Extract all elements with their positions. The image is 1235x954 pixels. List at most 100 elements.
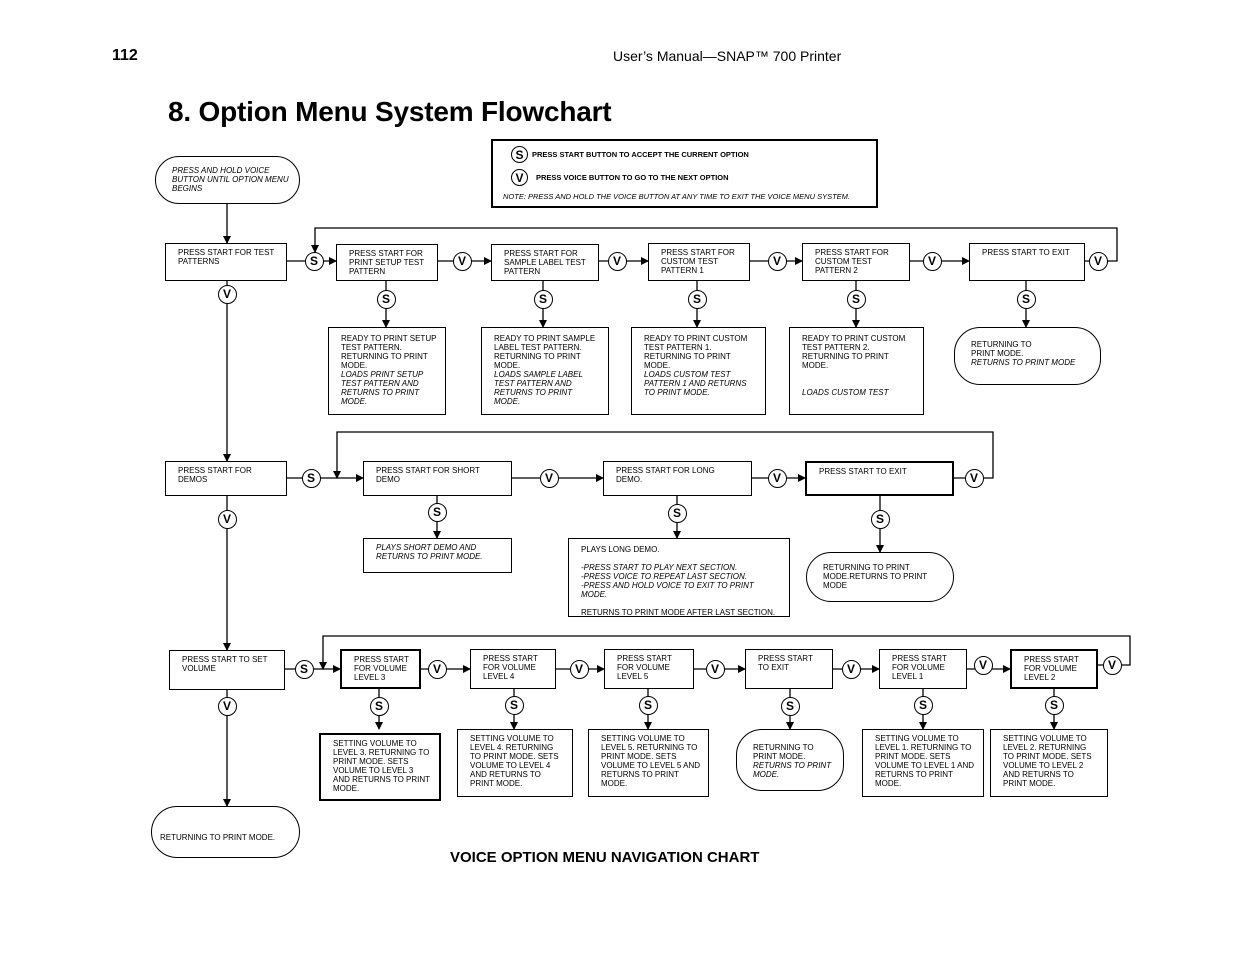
voice-button-node-icon: V <box>964 468 984 488</box>
option-label: PRESS START FOR VOLUME LEVEL 1 <box>892 654 947 681</box>
demos-menu: PRESS START FOR DEMOS <box>165 461 287 496</box>
entry-text: PRESS AND HOLD VOICE BUTTON UNTIL OPTION… <box>172 166 289 193</box>
test-option-sample-label: PRESS START FOR SAMPLE LABEL TEST PATTER… <box>491 244 599 281</box>
voice-button-node-icon: V <box>539 468 559 488</box>
start-button-node-icon: S <box>376 289 396 309</box>
start-button-node-icon: S <box>913 695 933 715</box>
demo-option-short: PRESS START FOR SHORT DEMO <box>363 461 512 496</box>
start-button-node-icon: S <box>301 468 321 488</box>
result-text: SETTING VOLUME TO LEVEL 1. RETURNING TO … <box>875 734 975 788</box>
start-button-node-icon: S <box>1044 695 1064 715</box>
voice-button-node-icon: V <box>427 659 447 679</box>
test-result-print-setup: READY TO PRINT SETUP TEST PATTERN. RETUR… <box>328 327 446 415</box>
voice-button-node-icon: V <box>217 696 237 716</box>
final-text: RETURNING TO PRINT MODE. <box>160 833 276 842</box>
volume-menu-label: PRESS START TO SET VOLUME <box>182 655 268 673</box>
option-label: PRESS START FOR VOLUME LEVEL 4 <box>483 654 538 681</box>
voice-symbol-icon: V <box>511 169 528 186</box>
result-text: PLAYS LONG DEMO. <box>581 545 660 554</box>
voice-button-node-icon: V <box>922 251 942 271</box>
test-option-exit: PRESS START TO EXIT <box>969 243 1085 281</box>
volume-result-level-4: SETTING VOLUME TO LEVEL 4. RETURNING TO … <box>457 729 573 797</box>
legend-box: S PRESS START BUTTON TO ACCEPT THE CURRE… <box>491 139 878 208</box>
result-step: -PRESS AND HOLD VOICE TO EXIT TO PRINT M… <box>581 581 754 599</box>
result-italic: PLAYS SHORT DEMO AND RETURNS TO PRINT MO… <box>376 543 483 561</box>
start-button-node-icon: S <box>294 659 314 679</box>
start-button-node-icon: S <box>667 503 687 523</box>
test-result-custom-1: READY TO PRINT CUSTOM TEST PATTERN 1. RE… <box>631 327 766 415</box>
result-italic: LOADS CUSTOM TEST PATTERN 1 AND RETURNS … <box>644 370 747 397</box>
start-button-node-icon: S <box>687 289 707 309</box>
voice-button-node-icon: V <box>767 468 787 488</box>
demo-option-long: PRESS START FOR LONG DEMO. <box>603 461 752 496</box>
result-italic: LOADS PRINT SETUP TEST PATTERN AND RETUR… <box>341 370 423 406</box>
demos-menu-label: PRESS START FOR DEMOS <box>178 466 252 484</box>
result-italic: RETURNS TO PRINT MODE <box>971 358 1076 367</box>
volume-option-level-2: PRESS START FOR VOLUME LEVEL 2 <box>1010 649 1098 689</box>
option-label: PRESS START FOR VOLUME LEVEL 5 <box>617 654 672 681</box>
result-text: READY TO PRINT SAMPLE LABEL TEST PATTERN… <box>494 334 596 370</box>
volume-option-level-5: PRESS START FOR VOLUME LEVEL 5 <box>604 649 694 689</box>
result-text: RETURNING TO PRINT MODE.RETURNS TO PRINT… <box>823 563 928 590</box>
result-text: READY TO PRINT CUSTOM TEST PATTERN 2. RE… <box>802 334 906 370</box>
voice-button-node-icon: V <box>217 284 237 304</box>
result-text: SETTING VOLUME TO LEVEL 4. RETURNING TO … <box>470 734 559 788</box>
volume-result-level-2: SETTING VOLUME TO LEVEL 2. RETURNING TO … <box>990 729 1108 797</box>
result-text: RETURNING TO PRINT MODE. <box>971 340 1032 358</box>
test-option-custom-2: PRESS START FOR CUSTOM TEST PATTERN 2 <box>802 243 910 281</box>
demo-result-long: PLAYS LONG DEMO. -PRESS START TO PLAY NE… <box>568 538 790 617</box>
legend-note: NOTE: PRESS AND HOLD THE VOICE BUTTON AT… <box>503 192 850 201</box>
legend-start-text: PRESS START BUTTON TO ACCEPT THE CURRENT… <box>532 150 749 159</box>
start-button-node-icon: S <box>780 696 800 716</box>
voice-button-node-icon: V <box>705 659 725 679</box>
option-label: PRESS START FOR LONG DEMO. <box>616 466 715 484</box>
voice-button-node-icon: V <box>569 659 589 679</box>
test-result-sample-label: READY TO PRINT SAMPLE LABEL TEST PATTERN… <box>481 327 609 415</box>
voice-button-node-icon: V <box>767 251 787 271</box>
start-button-node-icon: S <box>533 289 553 309</box>
option-label: PRESS START FOR VOLUME LEVEL 3 <box>354 655 409 682</box>
option-label: PRESS START FOR VOLUME LEVEL 2 <box>1024 655 1079 682</box>
voice-button-node-icon: V <box>607 251 627 271</box>
result-text: SETTING VOLUME TO LEVEL 2. RETURNING TO … <box>1003 734 1092 788</box>
result-text: READY TO PRINT CUSTOM TEST PATTERN 1. RE… <box>644 334 748 370</box>
start-button-node-icon: S <box>427 502 447 522</box>
chart-caption: VOICE OPTION MENU NAVIGATION CHART <box>450 849 760 866</box>
start-button-node-icon: S <box>870 509 890 529</box>
entry-terminal: PRESS AND HOLD VOICE BUTTON UNTIL OPTION… <box>155 156 300 204</box>
result-text: SETTING VOLUME TO LEVEL 3. RETURNING TO … <box>333 739 430 793</box>
option-label: PRESS START FOR CUSTOM TEST PATTERN 2 <box>815 248 889 275</box>
test-option-custom-1: PRESS START FOR CUSTOM TEST PATTERN 1 <box>648 243 750 281</box>
test-patterns-menu-label: PRESS START FOR TEST PATTERNS <box>178 248 275 266</box>
start-button-node-icon: S <box>1016 289 1036 309</box>
demo-result-short: PLAYS SHORT DEMO AND RETURNS TO PRINT MO… <box>363 538 512 573</box>
option-label: PRESS START FOR PRINT SETUP TEST PATTERN <box>349 249 424 276</box>
option-label: PRESS START FOR SAMPLE LABEL TEST PATTER… <box>504 249 586 276</box>
result-italic: LOADS SAMPLE LABEL TEST PATTERN AND RETU… <box>494 370 583 406</box>
volume-result-level-1: SETTING VOLUME TO LEVEL 1. RETURNING TO … <box>862 729 984 797</box>
volume-option-level-1: PRESS START FOR VOLUME LEVEL 1 <box>879 649 967 689</box>
start-button-node-icon: S <box>504 695 524 715</box>
option-label: PRESS START TO EXIT <box>819 467 907 476</box>
voice-button-node-icon: V <box>841 659 861 679</box>
option-label: PRESS START FOR SHORT DEMO <box>376 466 480 484</box>
test-result-exit: RETURNING TO PRINT MODE. RETURNS TO PRINT… <box>954 327 1101 385</box>
option-label: PRESS START TO EXIT <box>982 248 1070 257</box>
final-terminal: RETURNING TO PRINT MODE. <box>151 806 300 858</box>
volume-menu: PRESS START TO SET VOLUME <box>169 650 285 690</box>
test-result-custom-2: READY TO PRINT CUSTOM TEST PATTERN 2. RE… <box>789 327 924 415</box>
result-italic: RETURNS TO PRINT MODE. <box>753 761 832 779</box>
voice-button-node-icon: V <box>1102 655 1122 675</box>
volume-result-level-3: SETTING VOLUME TO LEVEL 3. RETURNING TO … <box>319 733 441 801</box>
legend-voice-text: PRESS VOICE BUTTON TO GO TO THE NEXT OPT… <box>536 173 729 182</box>
test-patterns-menu: PRESS START FOR TEST PATTERNS <box>165 243 287 281</box>
voice-button-node-icon: V <box>452 251 472 271</box>
volume-result-level-5: SETTING VOLUME TO LEVEL 5. RETURNING TO … <box>588 729 709 797</box>
result-text: SETTING VOLUME TO LEVEL 5. RETURNING TO … <box>601 734 701 788</box>
volume-option-level-4: PRESS START FOR VOLUME LEVEL 4 <box>470 649 556 689</box>
result-text: RETURNING TO PRINT MODE. <box>753 743 814 761</box>
result-text: RETURNS TO PRINT MODE AFTER LAST SECTION… <box>581 608 776 617</box>
result-italic: LOADS CUSTOM TEST <box>802 388 889 397</box>
start-button-node-icon: S <box>369 696 389 716</box>
demo-result-exit: RETURNING TO PRINT MODE.RETURNS TO PRINT… <box>806 552 954 602</box>
